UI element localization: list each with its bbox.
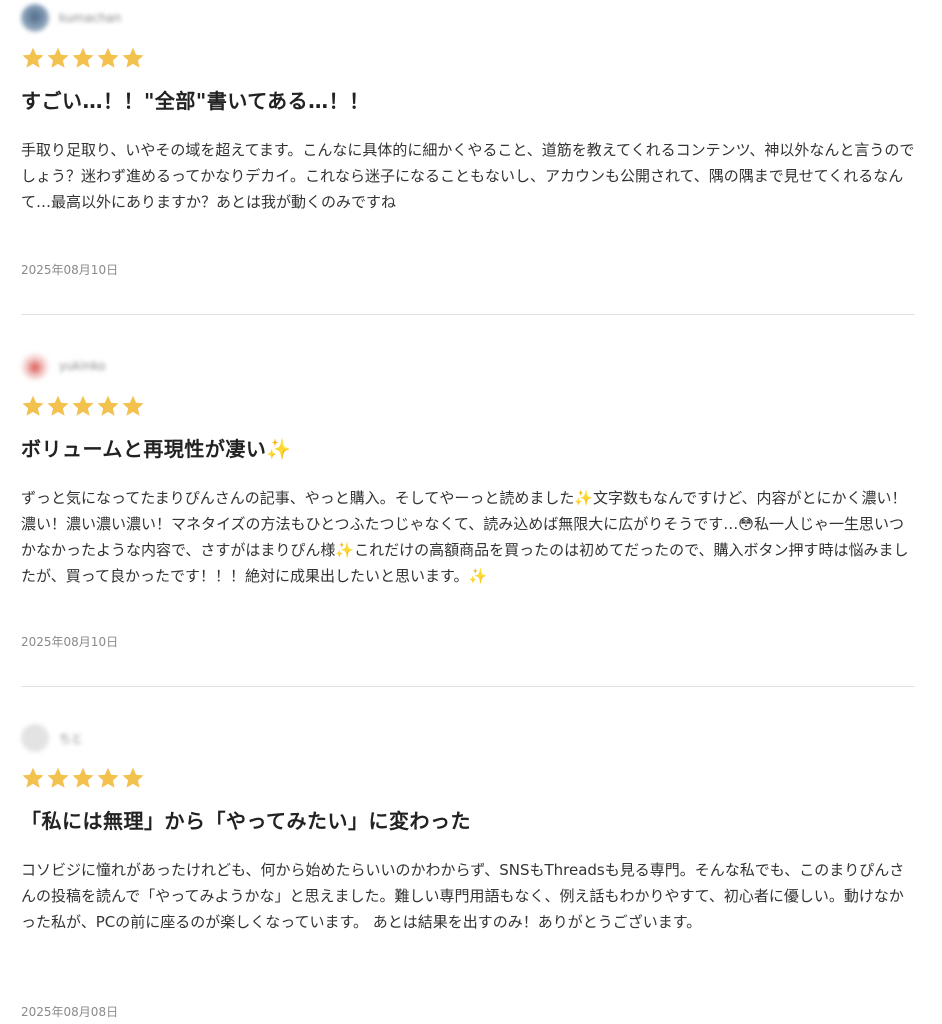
- star-rating: [21, 391, 915, 421]
- review-author: kumachan: [21, 0, 915, 36]
- divider: [21, 314, 915, 315]
- divider: [21, 686, 915, 687]
- review-author: yukinko: [21, 348, 915, 384]
- star-icon: [21, 46, 45, 70]
- author-name[interactable]: ちと: [59, 730, 83, 747]
- star-icon: [71, 394, 95, 418]
- review-card: ちと 「私には無理」から「やってみたい」に変わった コソビジに憧れがあったけれど…: [21, 720, 915, 1019]
- review-title: すごい…！！"全部"書いてある…！！: [21, 89, 370, 113]
- avatar[interactable]: [21, 4, 49, 32]
- star-icon: [121, 394, 145, 418]
- review-body: コソビジに憧れがあったけれども、何から始めたらいいのかわからず、SNSもThre…: [21, 861, 905, 931]
- review-body: 手取り足取り、いやその域を超えてます。こんなに具体的に細かくやること、道筋を教え…: [21, 141, 915, 211]
- star-icon: [96, 46, 120, 70]
- star-icon: [46, 394, 70, 418]
- star-icon: [121, 766, 145, 790]
- author-name[interactable]: kumachan: [59, 11, 121, 25]
- star-icon: [71, 766, 95, 790]
- star-rating: [21, 43, 915, 73]
- star-rating: [21, 763, 915, 793]
- review-title: 「私には無理」から「やってみたい」に変わった: [21, 809, 471, 833]
- avatar[interactable]: [21, 352, 49, 380]
- review-date: 2025年08月08日: [21, 1005, 119, 1019]
- star-icon: [121, 46, 145, 70]
- review-card: kumachan すごい…！！"全部"書いてある…！！ 手取り足取り、いやその域…: [21, 0, 915, 277]
- review-card: yukinko ボリュームと再現性が凄い✨ ずっと気になってたまりぴんさんの記事…: [21, 348, 915, 649]
- review-date: 2025年08月10日: [21, 263, 119, 277]
- star-icon: [71, 46, 95, 70]
- star-icon: [96, 394, 120, 418]
- author-name[interactable]: yukinko: [59, 359, 105, 373]
- star-icon: [96, 766, 120, 790]
- review-title: ボリュームと再現性が凄い✨: [21, 437, 292, 461]
- star-icon: [46, 766, 70, 790]
- star-icon: [21, 766, 45, 790]
- star-icon: [46, 46, 70, 70]
- star-icon: [21, 394, 45, 418]
- review-author: ちと: [21, 720, 915, 756]
- review-date: 2025年08月10日: [21, 635, 119, 649]
- avatar[interactable]: [21, 724, 49, 752]
- review-body: ずっと気になってたまりぴんさんの記事、やっと購入。そしてやーっと読めました✨文字…: [21, 489, 909, 585]
